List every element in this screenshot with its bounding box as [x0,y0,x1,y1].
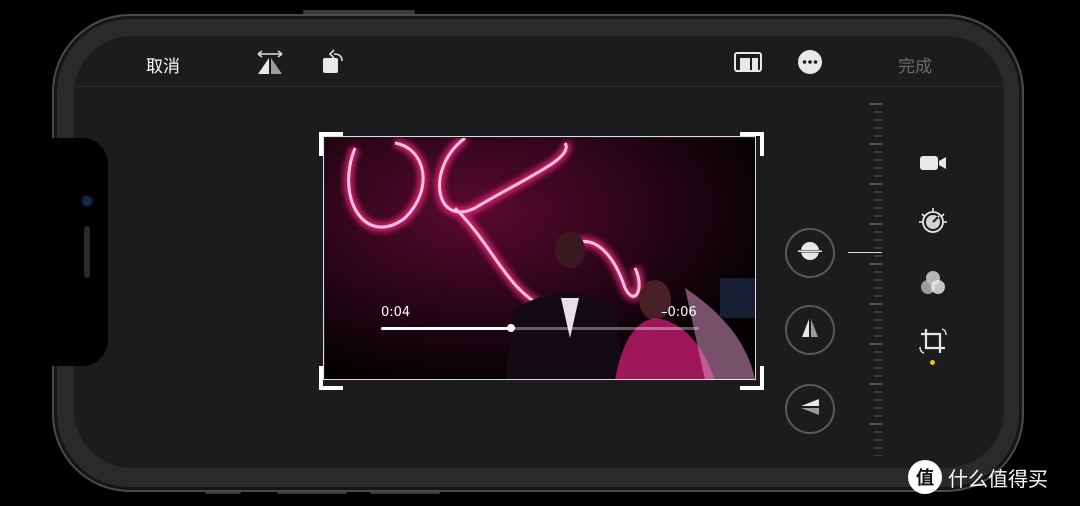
video-tool-button[interactable] [916,148,950,182]
horizontal-perspective-icon [798,395,822,423]
watermark-text: 什么值得买 [948,466,1048,491]
more-icon[interactable] [794,46,826,78]
photo-edit-screen: 取消 完成 0:04 –0:06 [74,36,1004,468]
camera-notch [52,138,108,366]
crop-handle-bottom-right[interactable] [740,366,764,390]
video-scrubber[interactable] [381,324,699,332]
crop-rotate-icon [918,326,948,360]
crop-handle-top-right[interactable] [740,132,764,156]
remaining-time: –0:06 [661,305,697,320]
adjust-dial-icon [918,206,948,240]
adjust-tool-button[interactable] [916,206,950,240]
speaker-grille [84,226,90,278]
filters-icon [918,268,948,302]
vertical-perspective-icon [798,316,822,344]
rotate-icon[interactable] [318,46,350,78]
crop-handle-top-left[interactable] [319,132,343,156]
watermark: 值 什么值得买 [908,460,1048,494]
filters-tool-button[interactable] [916,268,950,302]
crop-handle-bottom-left[interactable] [319,366,343,390]
active-tool-indicator [930,360,935,365]
front-camera [82,196,92,206]
vertical-perspective-button[interactable] [785,305,835,355]
top-toolbar: 取消 完成 [74,36,1004,87]
watermark-logo: 值 [908,460,942,494]
adjustment-ruler[interactable] [870,102,882,456]
straighten-icon [798,239,822,267]
video-preview[interactable] [325,138,756,380]
video-camera-icon [919,153,947,177]
cancel-button[interactable]: 取消 [146,52,180,77]
flip-horizontal-icon[interactable] [254,46,286,78]
aspect-ratio-icon[interactable] [732,46,764,78]
scrubber-progress [381,327,512,330]
done-button[interactable]: 完成 [898,52,932,77]
crop-tool-button[interactable] [916,326,950,360]
elapsed-time: 0:04 [381,305,411,320]
straighten-button[interactable] [785,228,835,278]
horizontal-perspective-button[interactable] [785,384,835,434]
